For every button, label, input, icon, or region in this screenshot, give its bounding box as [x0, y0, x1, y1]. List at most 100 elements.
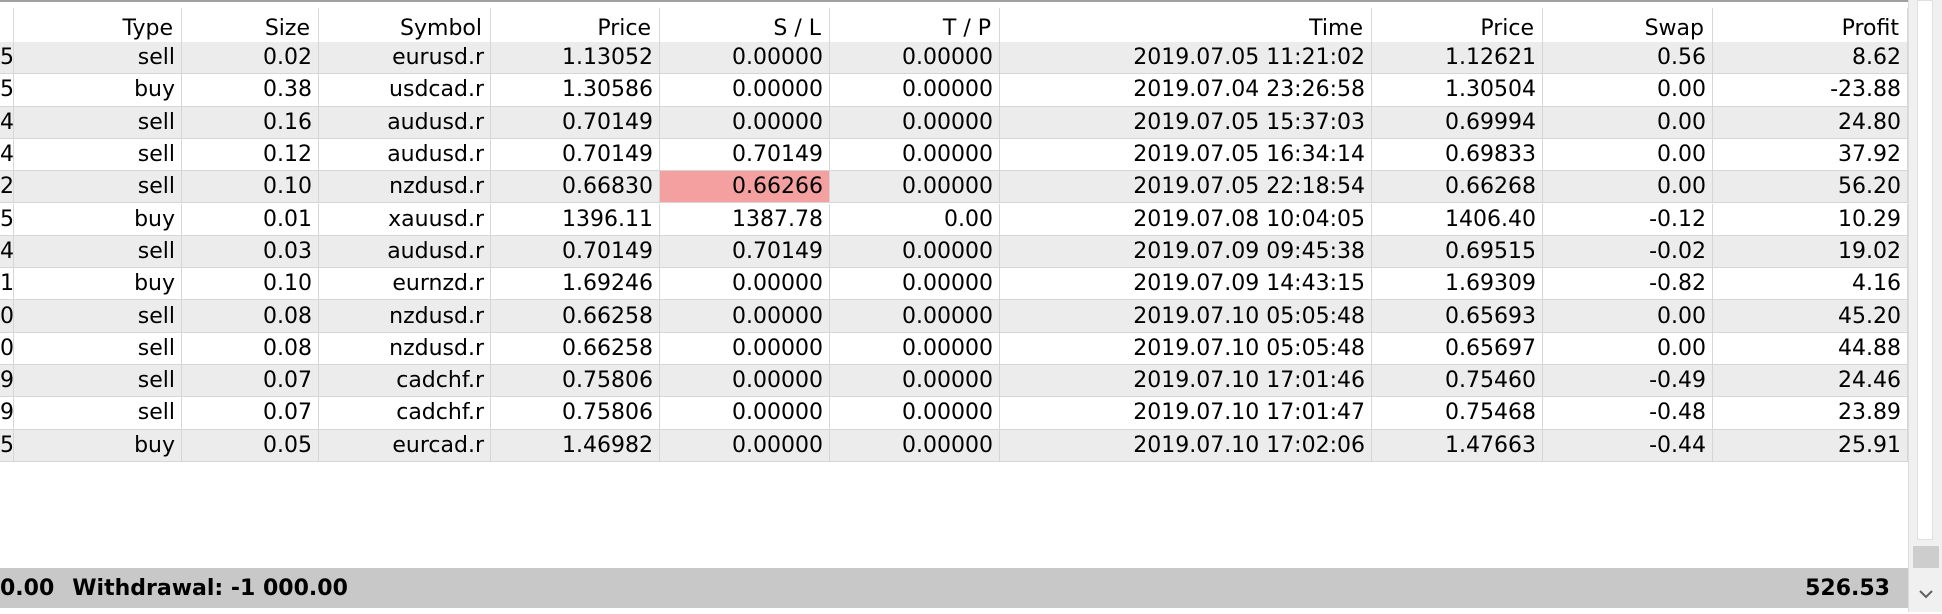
row-profit: 23.89: [1713, 397, 1908, 429]
row-symbol: eurnzd.r: [319, 268, 491, 300]
row-profit: 4.16: [1713, 268, 1908, 300]
row-swap: 0.00: [1543, 138, 1713, 171]
row-current-price: 0.69994: [1372, 106, 1543, 138]
row-stop-loss: 0.00000: [660, 332, 830, 364]
row-open-time: 2019.07.08 10:04:05: [1000, 203, 1372, 235]
balance-summary-text: 0.00 Withdrawal: -1 000.00: [0, 576, 348, 601]
row-order-id: 4: [0, 138, 14, 171]
row-open-time: 2019.07.10 05:05:48: [1000, 332, 1372, 364]
table-row[interactable]: 5 buy 0.01 xauusd.r 1396.11 1387.78 0.00 2019.0…: [0, 203, 1908, 236]
row-swap: 0.00: [1543, 300, 1713, 332]
row-size: 0.07: [182, 397, 319, 429]
row-size: 0.10: [182, 171, 319, 203]
row-open-time: 2019.07.10 17:02:06: [1000, 429, 1372, 461]
total-profit: 526.53: [1805, 575, 1890, 601]
table-row[interactable]: 5 buy 0.38 usdcad.r 1.30586 0.00000 0.00000 201…: [0, 74, 1908, 107]
row-profit: 45.20: [1713, 300, 1908, 332]
row-swap: -0.12: [1543, 203, 1713, 235]
row-profit: 44.88: [1713, 332, 1908, 364]
row-swap: 0.00: [1543, 171, 1713, 203]
row-current-price: 1.69309: [1372, 268, 1543, 300]
row-take-profit: 0.00000: [830, 268, 1000, 300]
scrollbar-track[interactable]: [1917, 0, 1933, 540]
row-type: sell: [14, 300, 182, 332]
row-symbol: nzdusd.r: [319, 332, 491, 364]
row-size: 0.07: [182, 365, 319, 397]
row-current-price: 0.75460: [1372, 365, 1543, 397]
row-swap: 0.00: [1543, 332, 1713, 364]
row-order-id: 5: [0, 42, 14, 74]
row-symbol: xauusd.r: [319, 203, 491, 235]
chevron-down-icon[interactable]: [1913, 580, 1939, 608]
row-order-id: 5: [0, 74, 14, 106]
row-open-price: 0.70149: [491, 235, 660, 268]
table-row[interactable]: 4 sell 0.16 audusd.r 0.70149 0.00000 0.00000 20…: [0, 106, 1908, 139]
row-swap: 0.00: [1543, 106, 1713, 138]
row-swap: 0.00: [1543, 74, 1713, 106]
scrollbar-thumb[interactable]: [1913, 546, 1939, 568]
row-open-price: 0.66258: [491, 300, 660, 332]
table-row[interactable]: 5 buy 0.05 eurcad.r 1.46982 0.00000 0.00000 201…: [0, 429, 1908, 462]
table-row[interactable]: 2 sell 0.10 nzdusd.r 0.66830 0.66266 0.00000 20…: [0, 171, 1908, 204]
row-size: 0.10: [182, 268, 319, 300]
table-row[interactable]: 1 buy 0.10 eurnzd.r 1.69246 0.00000 0.00000 201…: [0, 268, 1908, 301]
row-take-profit: 0.00000: [830, 106, 1000, 138]
row-symbol: eurcad.r: [319, 429, 491, 461]
table-row[interactable]: 4 sell 0.12 audusd.r 0.70149 0.70149 0.00000 20…: [0, 138, 1908, 172]
vertical-scrollbar[interactable]: [1908, 0, 1942, 612]
table-row[interactable]: 9 sell 0.07 cadchf.r 0.75806 0.00000 0.00000 20…: [0, 397, 1908, 430]
row-type: sell: [14, 332, 182, 364]
row-swap: -0.48: [1543, 397, 1713, 429]
row-open-price: 0.66258: [491, 332, 660, 364]
row-type: sell: [14, 365, 182, 397]
row-swap: 0.56: [1543, 42, 1713, 74]
row-symbol: eurusd.r: [319, 42, 491, 74]
row-open-time: 2019.07.05 15:37:03: [1000, 106, 1372, 138]
row-current-price: 0.69515: [1372, 235, 1543, 268]
withdrawal-text: Withdrawal: -1 000.00: [72, 575, 348, 601]
row-stop-loss: 0.00000: [660, 74, 830, 106]
table-row[interactable]: 4 sell 0.03 audusd.r 0.70149 0.70149 0.00000 20…: [0, 235, 1908, 269]
row-open-time: 2019.07.09 09:45:38: [1000, 235, 1372, 268]
row-type: buy: [14, 429, 182, 461]
row-symbol: usdcad.r: [319, 74, 491, 106]
row-type: sell: [14, 235, 182, 268]
row-stop-loss: 0.00000: [660, 365, 830, 397]
row-open-time: 2019.07.10 17:01:47: [1000, 397, 1372, 429]
row-size: 0.08: [182, 300, 319, 332]
balance-summary-row[interactable]: 0.00 Withdrawal: -1 000.00 526.53: [0, 568, 1908, 608]
row-current-price: 0.65693: [1372, 300, 1543, 332]
table-row[interactable]: 9 sell 0.07 cadchf.r 0.75806 0.00000 0.00000 20…: [0, 365, 1908, 398]
row-order-id: 9: [0, 397, 14, 429]
row-open-price: 1.13052: [491, 42, 660, 74]
row-take-profit: 0.00000: [830, 429, 1000, 461]
table-row[interactable]: 0 sell 0.08 nzdusd.r 0.66258 0.00000 0.00000 20…: [0, 300, 1908, 333]
row-size: 0.08: [182, 332, 319, 364]
row-current-price: 1.30504: [1372, 74, 1543, 106]
row-take-profit: 0.00000: [830, 171, 1000, 203]
row-symbol: audusd.r: [319, 235, 491, 268]
table-row[interactable]: 0 sell 0.08 nzdusd.r 0.66258 0.00000 0.00000 20…: [0, 332, 1908, 365]
row-current-price: 0.65697: [1372, 332, 1543, 364]
row-symbol: cadchf.r: [319, 365, 491, 397]
row-stop-loss: 0.70149: [660, 138, 830, 171]
row-type: buy: [14, 268, 182, 300]
row-swap: -0.02: [1543, 235, 1713, 268]
row-profit: 24.46: [1713, 365, 1908, 397]
row-type: buy: [14, 203, 182, 235]
row-stop-loss: 0.00000: [660, 429, 830, 461]
row-current-price: 1406.40: [1372, 203, 1543, 235]
row-take-profit: 0.00000: [830, 138, 1000, 171]
row-stop-loss: 0.00000: [660, 106, 830, 138]
row-symbol: cadchf.r: [319, 397, 491, 429]
row-stop-loss: 0.00000: [660, 268, 830, 300]
table-row[interactable]: 5 sell 0.02 eurusd.r 1.13052 0.00000 0.00000 20…: [0, 42, 1908, 75]
row-profit: 24.80: [1713, 106, 1908, 138]
row-open-time: 2019.07.10 05:05:48: [1000, 300, 1372, 332]
row-order-id: 2: [0, 171, 14, 203]
row-order-id: 4: [0, 106, 14, 138]
row-open-price: 0.75806: [491, 397, 660, 429]
row-size: 0.03: [182, 235, 319, 268]
row-type: sell: [14, 171, 182, 203]
row-type: sell: [14, 397, 182, 429]
